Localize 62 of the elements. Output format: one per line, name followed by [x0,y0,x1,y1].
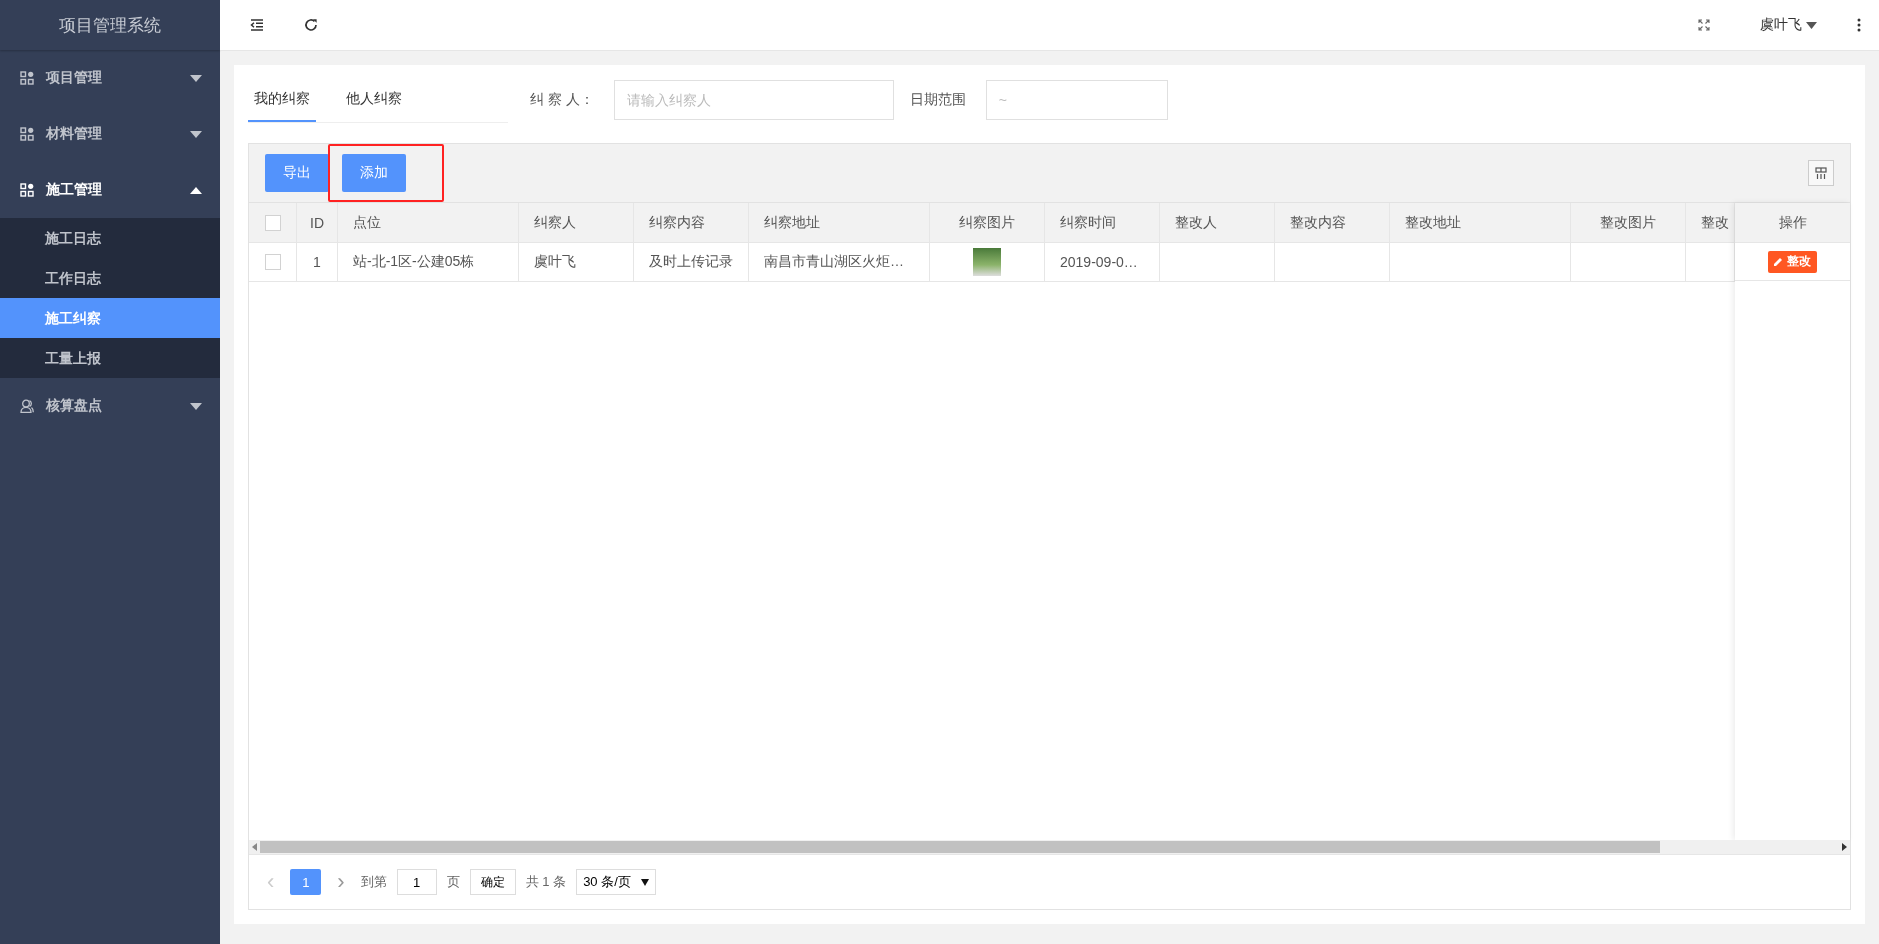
user-icon [20,399,34,413]
caret-icon [190,186,202,194]
caret-icon [640,878,649,886]
column-header: 操作 [1735,203,1850,243]
submenu-item[interactable]: 工量上报 [0,338,220,378]
scroll-right-icon[interactable] [1841,843,1847,851]
column-header: 纠察人 [519,203,634,243]
input-field[interactable]: 请输入纠察人 [613,80,894,120]
table-cell: 2019-09-0… [1045,243,1160,281]
caret-icon [190,74,202,82]
caret-icon [190,402,202,410]
menu-item[interactable]: 项目管理 [0,50,220,106]
goto-label: 到第 [360,873,387,891]
column-header: 整改地址 [1390,203,1571,243]
table-cell: 站-北-1区-公建05栋 [338,243,519,281]
menu-item[interactable]: 材料管理 [0,106,220,162]
menu-icon[interactable] [250,19,264,31]
columns-icon [1815,167,1827,179]
grid-icon [20,127,34,141]
page-input[interactable]: 1 [396,869,437,895]
column-header: 纠察时间 [1045,203,1160,243]
submenu-item[interactable]: 工作日志 [0,258,220,298]
table-cell: 1 [297,243,338,281]
column-header: 整改内容 [1275,203,1390,243]
checkbox[interactable] [264,214,281,231]
input-field[interactable]: ~ [985,80,1168,120]
column-header: 整改图片 [1571,203,1686,243]
more-icon[interactable] [1857,18,1861,32]
confirm-button[interactable]: 确定 [469,869,516,895]
submenu-item[interactable]: 施工日志 [0,218,220,258]
column-header: 整改人 [1160,203,1275,243]
filter-label: 纠 察 人： [530,91,594,109]
caret-icon [190,130,202,138]
column-header: 纠察图片 [930,203,1045,243]
page-unit-label: 页 [446,873,460,891]
checkbox[interactable] [264,254,281,270]
menu-item[interactable]: 施工管理 [0,162,220,218]
table-cell: 南昌市青山湖区火炬… [749,243,930,281]
fullscreen-icon[interactable] [1698,19,1710,31]
column-header: ID [297,203,338,243]
menu-item[interactable]: 核算盘点 [0,378,220,434]
column-header: 纠察内容 [634,203,749,243]
columns-button[interactable] [1808,160,1834,186]
grid-icon [20,71,34,85]
table-cell: 虞叶飞 [519,243,634,281]
filter-label: 日期范围 [909,91,966,109]
tab[interactable]: 我的纠察 [248,80,316,122]
scroll-left-icon[interactable] [252,843,258,851]
user-menu[interactable]: 虞叶飞 [1760,16,1817,34]
page-size-select[interactable]: 30 条/页 [576,869,656,895]
tab[interactable]: 他人纠察 [340,80,408,122]
photo-placeholder [973,248,1001,276]
grid-icon [20,183,34,197]
caret-icon [1806,21,1817,29]
column-header: 纠察地址 [749,203,930,243]
pencil-icon [1774,257,1783,266]
table-cell: 及时上传记录 [634,243,749,281]
total-count: 共 1 条 [525,873,567,891]
refresh-icon[interactable] [304,18,318,32]
horizontal-scrollbar[interactable] [249,840,1850,854]
app-title: 项目管理系统 [0,0,220,50]
column-header: 点位 [338,203,519,243]
